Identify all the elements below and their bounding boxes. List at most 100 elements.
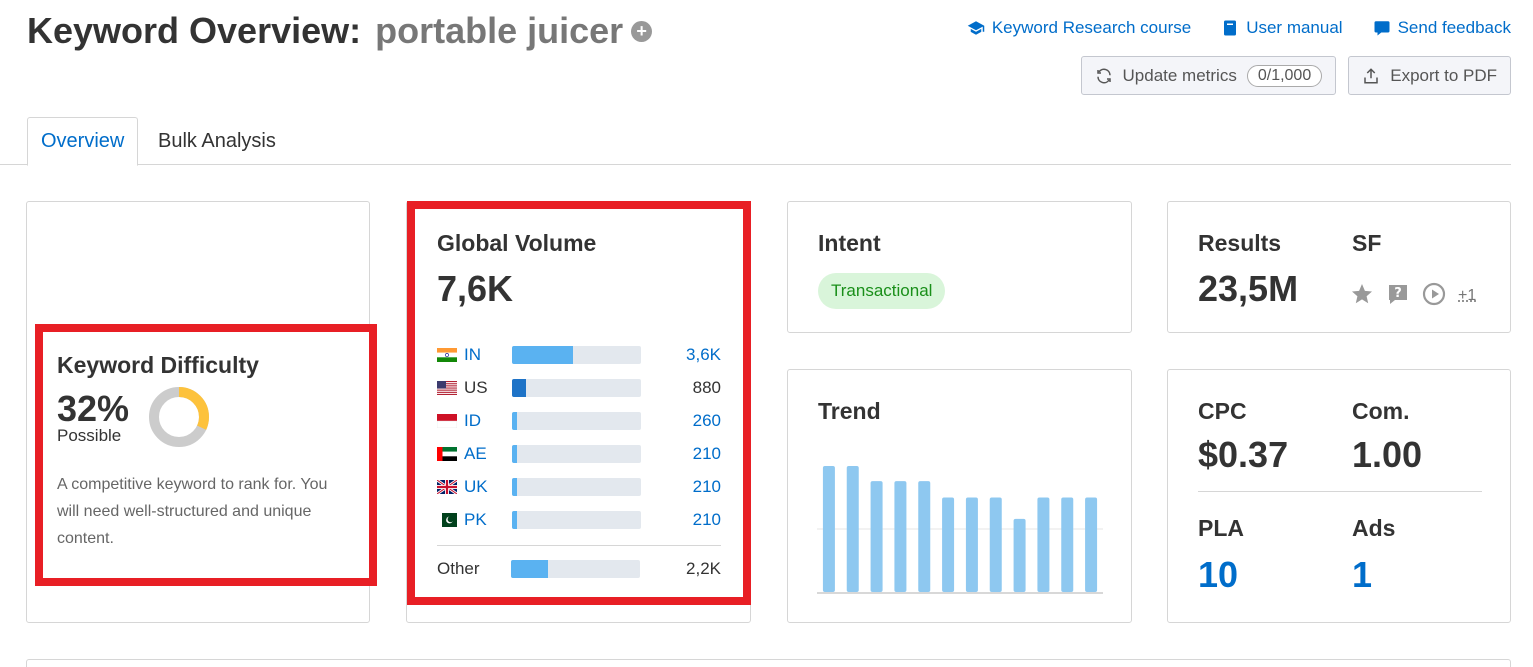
star-icon[interactable] xyxy=(1350,282,1374,306)
uk-flag-icon xyxy=(437,480,457,494)
trend-bar[interactable] xyxy=(966,498,978,593)
trend-bar[interactable] xyxy=(1037,498,1049,593)
tab-overview[interactable]: Overview xyxy=(27,117,138,166)
results-title: Results xyxy=(1198,230,1281,257)
country-row-id: ID 260 xyxy=(437,404,721,437)
indonesia-flag-icon xyxy=(437,414,457,428)
country-volume-bar-fill xyxy=(512,346,573,364)
country-volume-bar-fill xyxy=(512,379,526,397)
other-volume-value: 2,2K xyxy=(640,559,721,579)
country-volume-bar-fill xyxy=(512,478,517,496)
send-feedback-link[interactable]: Send feedback xyxy=(1373,18,1511,38)
country-volume-bar xyxy=(512,478,641,496)
trend-bar[interactable] xyxy=(1061,498,1073,593)
plus-circle-icon[interactable]: + xyxy=(631,21,652,42)
country-volume-value[interactable]: 260 xyxy=(641,411,721,431)
country-volume-bar-fill xyxy=(512,511,517,529)
intent-card: Intent Transactional xyxy=(787,201,1132,333)
trend-bar[interactable] xyxy=(1014,519,1026,592)
country-volume-bar xyxy=(512,412,641,430)
india-flag-icon xyxy=(437,348,457,362)
play-circle-icon[interactable] xyxy=(1422,282,1446,306)
trend-bar[interactable] xyxy=(990,498,1002,593)
top-links: Keyword Research course User manual Send… xyxy=(967,18,1511,38)
serp-features: ? +1 xyxy=(1350,282,1476,306)
graduation-cap-icon xyxy=(967,19,985,37)
country-code[interactable]: UK xyxy=(464,477,512,497)
keyword-research-course-label: Keyword Research course xyxy=(992,18,1191,38)
ads-label: Ads xyxy=(1352,515,1395,542)
country-volume-bar-fill xyxy=(512,412,517,430)
book-icon xyxy=(1221,19,1239,37)
results-value: 23,5M xyxy=(1198,268,1298,310)
question-icon[interactable]: ? xyxy=(1386,282,1410,306)
uae-flag-icon xyxy=(437,447,457,461)
cpc-value: $0.37 xyxy=(1198,434,1288,476)
trend-chart xyxy=(817,458,1103,594)
user-manual-link[interactable]: User manual xyxy=(1221,18,1342,38)
other-volume-bar-fill xyxy=(511,560,548,578)
global-volume-card: Global Volume 7,6K IN 3,6K US 880 ID 260 AE 210… xyxy=(406,201,751,623)
intent-title: Intent xyxy=(818,230,881,257)
export-icon xyxy=(1362,67,1380,85)
trend-bar[interactable] xyxy=(918,481,930,592)
country-row-us: US 880 xyxy=(437,371,721,404)
pla-value[interactable]: 10 xyxy=(1198,554,1238,596)
country-code[interactable]: IN xyxy=(464,345,512,365)
country-code: US xyxy=(464,378,512,398)
country-code[interactable]: PK xyxy=(464,510,512,530)
country-volume-value[interactable]: 210 xyxy=(641,444,721,464)
header-actions: Update metrics 0/1,000 Export to PDF xyxy=(1081,56,1511,95)
country-volume-bar-fill xyxy=(512,445,517,463)
trend-bar[interactable] xyxy=(894,481,906,592)
country-volume-bar xyxy=(512,445,641,463)
country-volume-bar xyxy=(512,379,641,397)
country-volume-value: 880 xyxy=(641,378,721,398)
country-row-pk: PK 210 xyxy=(437,503,721,536)
trend-card: Trend xyxy=(787,369,1132,623)
competition-value: 1.00 xyxy=(1352,434,1422,476)
country-row-in: IN 3,6K xyxy=(437,338,721,371)
page-title: Keyword Overview: portable juicer + xyxy=(27,10,652,52)
results-card: Results 23,5M SF ? +1 xyxy=(1167,201,1511,333)
update-metrics-button[interactable]: Update metrics 0/1,000 xyxy=(1081,56,1337,95)
country-volume-bar xyxy=(512,346,641,364)
sf-more-link[interactable]: +1 xyxy=(1458,287,1476,305)
trend-bar[interactable] xyxy=(847,466,859,592)
global-volume-total: 7,6K xyxy=(437,268,513,310)
difficulty-gauge xyxy=(147,385,211,449)
svg-text:?: ? xyxy=(1394,286,1402,301)
trend-bar[interactable] xyxy=(823,466,835,592)
trend-bar[interactable] xyxy=(871,481,883,592)
tab-bar: Overview Bulk Analysis xyxy=(0,117,1511,165)
country-volume-value[interactable]: 210 xyxy=(641,510,721,530)
country-row-uk: UK 210 xyxy=(437,470,721,503)
country-volume-value[interactable]: 210 xyxy=(641,477,721,497)
country-volume-bar xyxy=(512,511,641,529)
ads-value[interactable]: 1 xyxy=(1352,554,1372,596)
keyword-difficulty-level: Possible xyxy=(57,426,129,446)
country-row-ae: AE 210 xyxy=(437,437,721,470)
pakistan-flag-icon xyxy=(437,513,457,527)
export-pdf-button[interactable]: Export to PDF xyxy=(1348,56,1511,95)
refresh-icon xyxy=(1095,67,1113,85)
country-volume-value[interactable]: 3,6K xyxy=(641,345,721,365)
chat-bubble-icon xyxy=(1373,19,1391,37)
tab-bulk-analysis[interactable]: Bulk Analysis xyxy=(145,117,289,165)
keyword-research-course-link[interactable]: Keyword Research course xyxy=(967,18,1191,38)
trend-bar[interactable] xyxy=(1085,498,1097,593)
other-label: Other xyxy=(437,559,511,579)
trend-bar[interactable] xyxy=(942,498,954,593)
country-code[interactable]: ID xyxy=(464,411,512,431)
competition-label: Com. xyxy=(1352,398,1410,425)
keyword-difficulty-title: Keyword Difficulty xyxy=(57,352,347,379)
country-code[interactable]: AE xyxy=(464,444,512,464)
user-manual-label: User manual xyxy=(1246,18,1342,38)
page-title-prefix: Keyword Overview: xyxy=(27,10,361,52)
next-section-card xyxy=(26,659,1511,667)
global-volume-title: Global Volume xyxy=(437,230,596,257)
keyword-difficulty-description: A competitive keyword to rank for. You w… xyxy=(57,471,347,552)
keyword-difficulty-card: Keyword Difficulty 32% Possible A compet… xyxy=(26,201,370,623)
send-feedback-label: Send feedback xyxy=(1398,18,1511,38)
keyword-difficulty-percent: 32% xyxy=(57,388,129,430)
